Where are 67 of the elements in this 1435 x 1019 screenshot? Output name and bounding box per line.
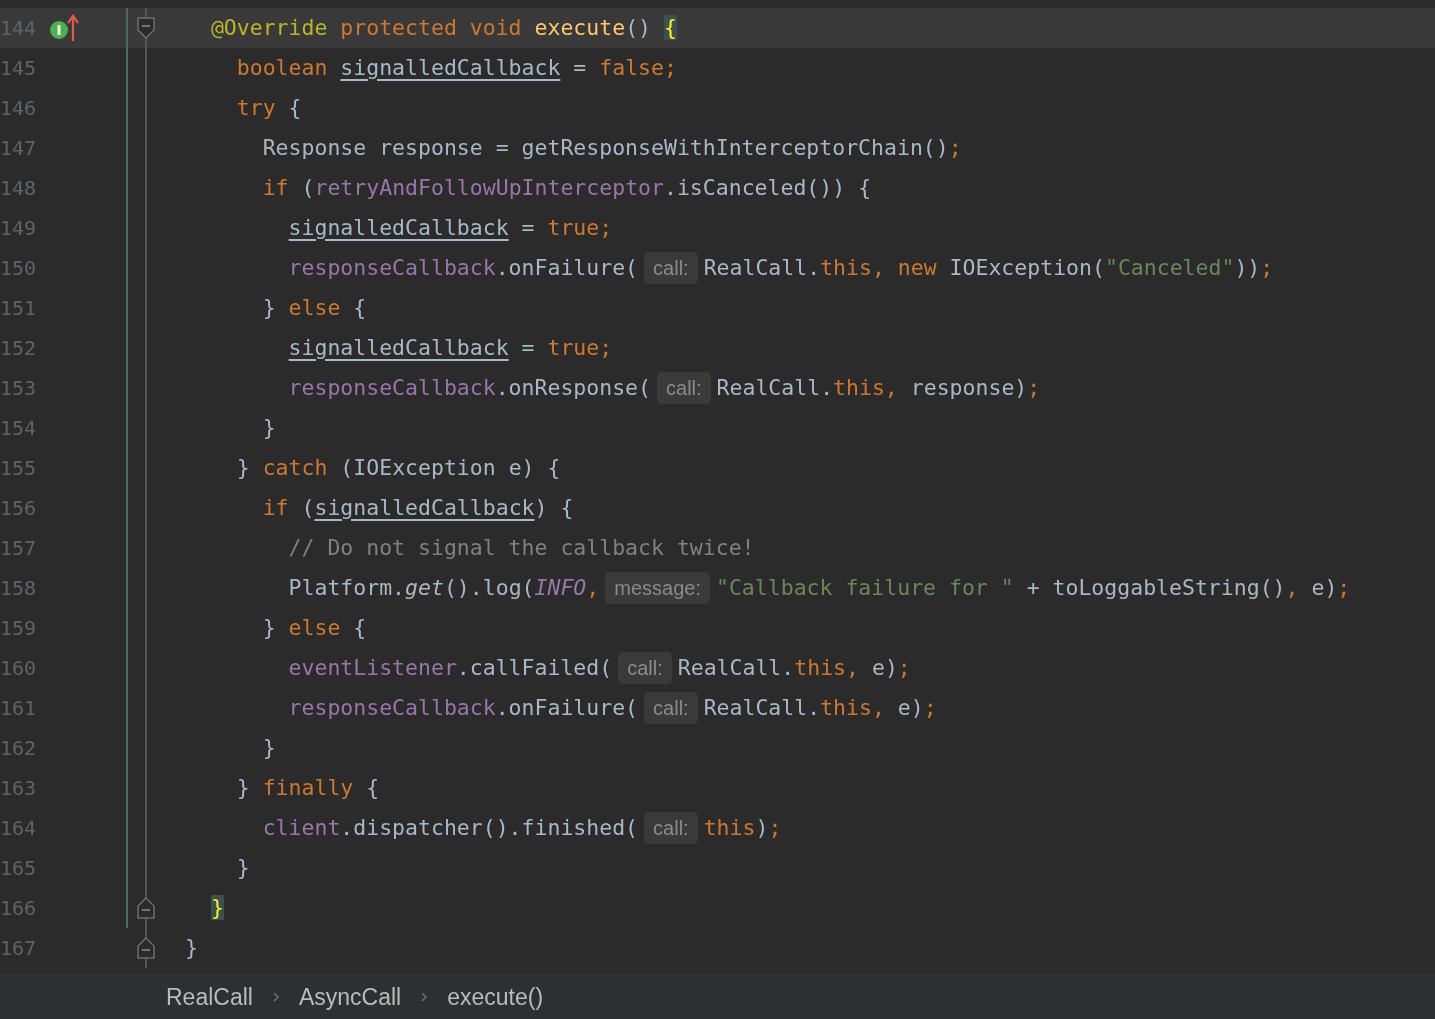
code-line: signalledCallback = true;: [287, 213, 613, 242]
code-text: Platform.get().log(INFO,: [287, 573, 600, 602]
inlay-hint: call:: [644, 812, 698, 844]
code-line: // Do not signal the callback twice!: [287, 533, 755, 562]
line-number: 148: [0, 175, 38, 202]
code-text: responseCallback.onFailure(: [287, 693, 639, 722]
line-number: 145: [0, 55, 38, 82]
code-text: RealCall.this, new IOException("Canceled"));: [703, 253, 1274, 282]
code-line: }: [261, 733, 276, 762]
line-number: 152: [0, 335, 38, 362]
inlay-hint: call:: [657, 372, 711, 404]
breadcrumb-item[interactable]: execute(): [447, 979, 544, 1015]
inlay-hint: call:: [644, 692, 698, 724]
line-number: 161: [0, 695, 38, 722]
inlay-hint: call:: [644, 252, 698, 284]
line-number: 166: [0, 895, 38, 922]
code-line: boolean signalledCallback = false;: [235, 53, 677, 82]
line-number: 167: [0, 935, 38, 962]
code-text: RealCall.this, response);: [716, 373, 1041, 402]
inlay-hint: call:: [618, 652, 672, 684]
code-line: if (retryAndFollowUpInterceptor.isCanceled()) {: [261, 173, 872, 202]
code-line: } else {: [261, 613, 367, 642]
line-number: 158: [0, 575, 38, 602]
implements-up-arrow-icon[interactable]: [48, 13, 80, 43]
line-number: 165: [0, 855, 38, 882]
code-text: "Callback failure for " + toLoggableString(), e);: [715, 573, 1351, 602]
line-number: 159: [0, 615, 38, 642]
line-number: 153: [0, 375, 38, 402]
fold-icon[interactable]: [136, 936, 156, 960]
code-text: responseCallback.onResponse(: [287, 373, 651, 402]
chevron-right-icon: [270, 990, 281, 1004]
code-text: responseCallback.onFailure(: [287, 253, 639, 282]
code-line: }: [185, 933, 198, 962]
code-line: }: [235, 853, 250, 882]
line-number: 146: [0, 95, 38, 122]
code-line: if (signalledCallback) {: [261, 493, 574, 522]
line-number: 147: [0, 135, 38, 162]
line-number: 164: [0, 815, 38, 842]
code-line: try {: [235, 93, 302, 122]
code-line: @Override protected void execute() {: [209, 13, 677, 42]
line-number: 149: [0, 215, 38, 242]
line-number: 162: [0, 735, 38, 762]
breadcrumb-item[interactable]: RealCall: [166, 979, 253, 1015]
code-line: } else {: [261, 293, 367, 322]
line-number: 163: [0, 775, 38, 802]
breadcrumb-item[interactable]: AsyncCall: [298, 979, 402, 1015]
code-line: } finally {: [235, 773, 380, 802]
line-number: 155: [0, 455, 38, 482]
fold-icon[interactable]: [136, 16, 156, 40]
line-number: 150: [0, 255, 38, 282]
inlay-hint: message:: [605, 572, 710, 604]
chevron-right-icon: [419, 990, 430, 1004]
code-line: signalledCallback = true;: [287, 333, 613, 362]
code-line: }: [261, 413, 276, 442]
code-text: client.dispatcher().finished(: [261, 813, 639, 842]
line-number: 156: [0, 495, 38, 522]
code-text: this);: [703, 813, 782, 842]
line-number: 157: [0, 535, 38, 562]
line-number: 151: [0, 295, 38, 322]
code-text: RealCall.this, e);: [703, 693, 937, 722]
code-line: Response response = getResponseWithInterceptorChain();: [261, 133, 962, 162]
fold-icon[interactable]: [136, 896, 156, 920]
line-number: 154: [0, 415, 38, 442]
line-number: 160: [0, 655, 38, 682]
code-text: eventListener.callFailed(: [287, 653, 613, 682]
code-text: RealCall.this, e);: [677, 653, 911, 682]
code-line: } catch (IOException e) {: [235, 453, 561, 482]
